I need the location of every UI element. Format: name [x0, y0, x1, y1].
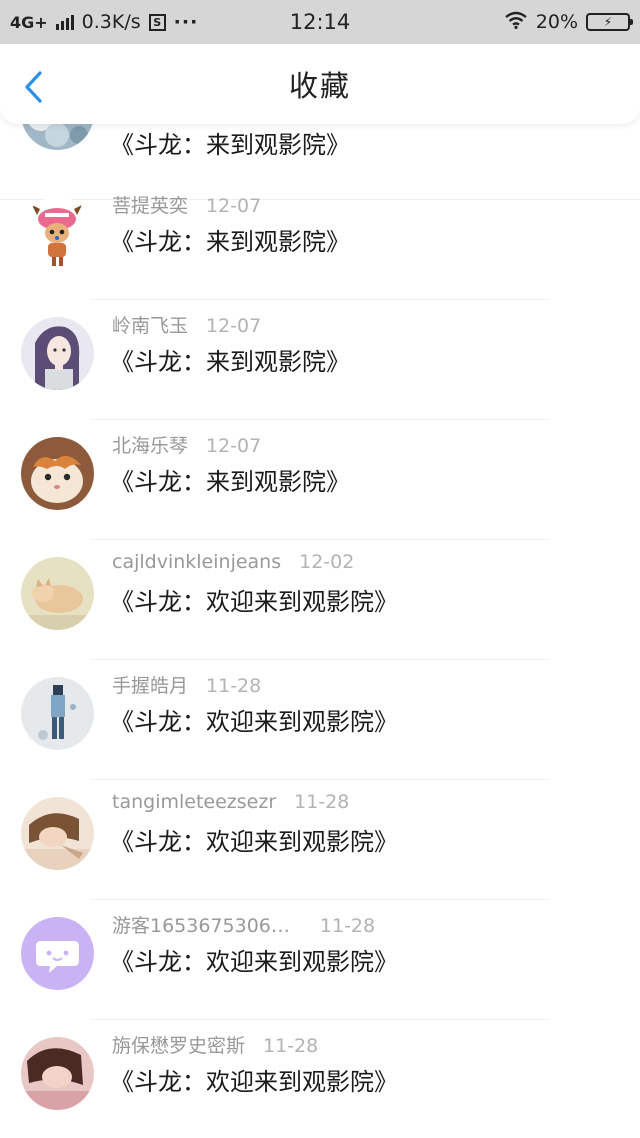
user-name[interactable]: 北海乐琴	[112, 431, 188, 458]
user-name[interactable]: tangimleteezsezr	[112, 791, 276, 813]
item-meta: tangimleteezsezr 11-28	[112, 791, 349, 813]
list-item[interactable]: 游客1653675306… 11-28 《斗龙：欢迎来到观影院》	[0, 900, 640, 1020]
item-meta: 北海乐琴 12-07	[112, 431, 261, 458]
item-title: 《斗龙：来到观影院》	[110, 131, 350, 159]
list-item[interactable]: 旃保懋罗史密斯 11-28 《斗龙：欢迎来到观影院》	[0, 1020, 640, 1138]
list-item[interactable]: 菩提英奕 12-07 《斗龙：来到观影院》	[0, 180, 640, 300]
user-name[interactable]: 手握皓月	[112, 671, 188, 698]
item-meta: 手握皓月 11-28	[112, 671, 261, 698]
user-avatar[interactable]	[21, 437, 94, 510]
favorites-list: 《斗龙：来到观影院》 菩提英奕 12-07 《斗龙：来到观影院》 岭南飞玉 12…	[0, 0, 640, 1138]
item-date: 11-28	[319, 915, 376, 937]
user-avatar[interactable]	[21, 797, 94, 870]
item-title: 《斗龙：欢迎来到观影院》	[110, 708, 398, 736]
chevron-left-icon	[25, 71, 42, 103]
user-name[interactable]: 菩提英奕	[112, 191, 188, 218]
list-item[interactable]: 岭南飞玉 12-07 《斗龙：来到观影院》	[0, 300, 640, 420]
item-meta: 菩提英奕 12-07	[112, 191, 261, 218]
list-item[interactable]: 手握皓月 11-28 《斗龙：欢迎来到观影院》	[0, 660, 640, 780]
user-avatar[interactable]	[21, 317, 94, 390]
user-avatar[interactable]	[21, 197, 94, 270]
item-meta: 旃保懋罗史密斯 11-28	[112, 1031, 318, 1058]
back-button[interactable]	[20, 70, 50, 104]
item-date: 11-28	[263, 1035, 319, 1057]
list-item[interactable]: cajldvinkleinjeans 12-02 《斗龙：欢迎来到观影院》	[0, 540, 640, 660]
user-avatar[interactable]	[21, 677, 94, 750]
item-date: 12-07	[206, 315, 262, 337]
item-title: 《斗龙：来到观影院》	[110, 348, 350, 376]
user-name[interactable]: 游客1653675306…	[112, 911, 290, 938]
item-meta: cajldvinkleinjeans 12-02	[112, 551, 354, 573]
item-meta: 岭南飞玉 12-07	[112, 311, 261, 338]
favorites-screen: 《斗龙：来到观影院》 菩提英奕 12-07 《斗龙：来到观影院》 岭南飞玉 12…	[0, 0, 640, 1138]
page-title: 收藏	[288, 69, 351, 103]
list-item[interactable]: 北海乐琴 12-07 《斗龙：来到观影院》	[0, 420, 640, 540]
user-avatar[interactable]	[21, 1037, 94, 1110]
item-date: 12-07	[206, 195, 262, 217]
item-date: 11-28	[294, 791, 350, 813]
user-name[interactable]: 旃保懋罗史密斯	[112, 1031, 245, 1058]
user-name[interactable]: cajldvinkleinjeans	[112, 551, 281, 573]
item-title: 《斗龙：来到观影院》	[110, 468, 350, 496]
item-date: 12-02	[299, 551, 355, 573]
user-avatar[interactable]	[21, 917, 94, 990]
user-avatar[interactable]	[21, 557, 94, 630]
list-item[interactable]: tangimleteezsezr 11-28 《斗龙：欢迎来到观影院》	[0, 780, 640, 900]
user-name[interactable]: 岭南飞玉	[112, 311, 188, 338]
item-meta: 游客1653675306… 11-28	[112, 911, 375, 938]
item-title: 《斗龙：欢迎来到观影院》	[110, 828, 398, 856]
item-title: 《斗龙：欢迎来到观影院》	[110, 588, 398, 616]
nav-bar: 收藏	[0, 44, 640, 124]
item-title: 《斗龙：欢迎来到观影院》	[110, 948, 398, 976]
item-title: 《斗龙：来到观影院》	[110, 228, 350, 256]
item-date: 11-28	[206, 675, 262, 697]
item-date: 12-07	[206, 435, 262, 457]
item-title: 《斗龙：欢迎来到观影院》	[110, 1068, 398, 1096]
